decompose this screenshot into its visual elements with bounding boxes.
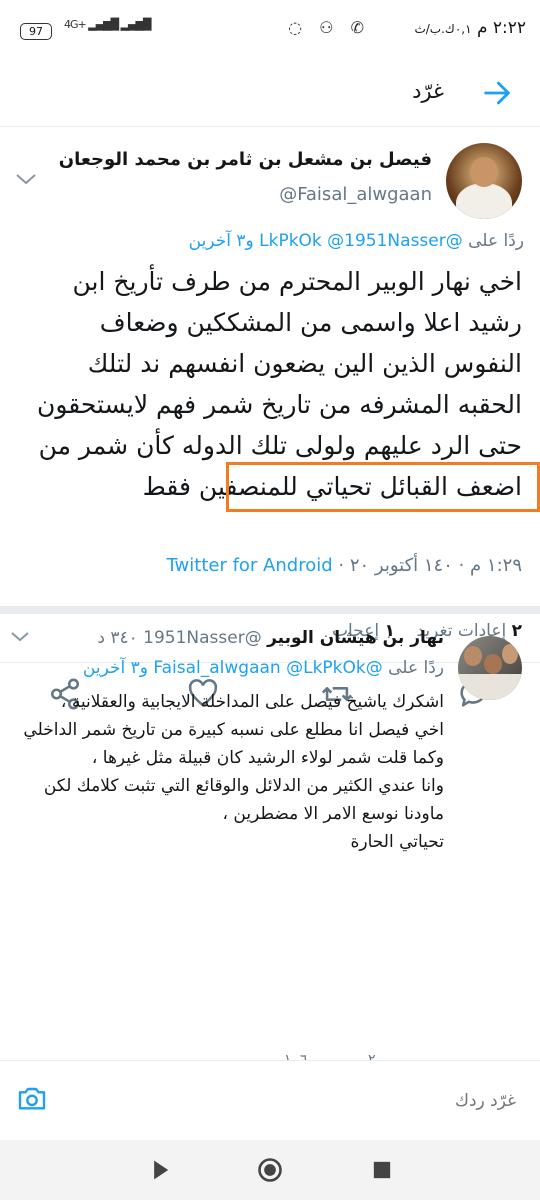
tweet-timestamp: ١:٢٩ م · ١٤٠ أكتوبر ٢٠ · Twitter for And…	[166, 555, 522, 576]
reply-author-line: نهار بن هيشان الوبير @1951Nasser ٣٤٠ د	[97, 628, 444, 648]
signal-icon: 4G+ ▂▄▆█ ▂▄▆█	[64, 18, 151, 31]
thread-separator	[0, 606, 540, 614]
page-title: غرّد	[412, 79, 444, 103]
author-name[interactable]: نهار بن هيشان الوبير	[267, 628, 444, 648]
arrow-right-icon[interactable]	[480, 76, 514, 110]
avatar[interactable]	[458, 636, 522, 700]
reply-others-link[interactable]: و٣ آخرين	[83, 658, 148, 678]
system-nav-bar	[0, 1140, 540, 1200]
author-name[interactable]: فيصل بن مشعل بن ثامر بن محمد الوجعان	[59, 149, 432, 170]
recent-apps-icon[interactable]	[368, 1156, 396, 1184]
status-bar: 97 4G+ ▂▄▆█ ▂▄▆█ ◌ ⚇ ✆ ٢:٢٢ م ٠,١ك.ب/ث	[0, 0, 540, 60]
app-header: غرّد	[0, 60, 540, 127]
source-link[interactable]: Twitter for Android	[167, 555, 333, 576]
tweet-text: اخي نهار الوبير المحترم من طرف تأريخ ابن…	[36, 267, 522, 501]
notification-icons: ◌ ⚇ ✆	[288, 18, 370, 37]
chevron-down-icon[interactable]	[14, 171, 38, 187]
author-handle[interactable]: @1951Nasser	[143, 628, 262, 648]
battery-icon: 97	[20, 23, 52, 40]
tweet-text: اشكرك ياشيخ فيصل على المداخلة الايجابية …	[23, 692, 444, 852]
reply-input[interactable]	[84, 1083, 518, 1119]
home-icon[interactable]	[256, 1156, 284, 1184]
play-icon[interactable]	[146, 1156, 174, 1184]
reply-context: ردًا على @LkPkOk @1951Nasser و٣ آخرين	[188, 231, 524, 251]
camera-icon[interactable]	[16, 1083, 48, 1115]
reply-context: ردًا على @Faisal_alwgaan @LkPkOk و٣ آخري…	[82, 658, 444, 678]
chevron-down-icon[interactable]	[10, 630, 30, 644]
reply-mentions-link[interactable]: @Faisal_alwgaan @LkPkOk	[153, 658, 382, 678]
reply-mentions-link[interactable]: @LkPkOk @1951Nasser	[259, 231, 463, 251]
reply-compose-bar	[0, 1060, 540, 1141]
reply-others-link[interactable]: و٣ آخرين	[189, 231, 254, 251]
author-handle[interactable]: @Faisal_alwgaan	[279, 184, 432, 205]
avatar[interactable]	[446, 143, 522, 219]
status-time: ٢:٢٢ م ٠,١ك.ب/ث	[414, 18, 526, 38]
time-ago: ٣٤٠ د	[97, 628, 138, 648]
